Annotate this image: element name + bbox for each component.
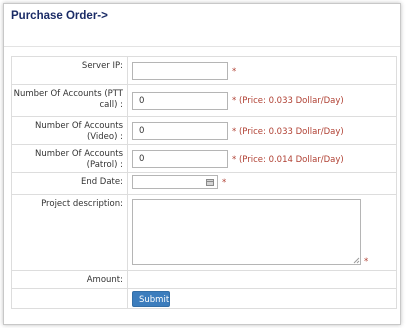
form-row-end-date: End Date: * (11, 172, 397, 195)
ptt-accounts-label: Number Of Accounts (PTT call) : (11, 84, 128, 117)
project-description-textarea[interactable] (132, 199, 361, 265)
amount-value (127, 270, 397, 289)
calendar-icon[interactable] (206, 179, 214, 186)
resize-grip-icon[interactable] (352, 256, 360, 264)
page-header: Purchase Order-> (4, 4, 400, 47)
ptt-price-note: * (Price: 0.033 Dollar/Day) (232, 96, 344, 106)
amount-label: Amount: (11, 270, 128, 289)
patrol-accounts-label: Number Of Accounts (Patrol) : (11, 144, 128, 173)
purchase-order-form: Server IP: * Number Of Accounts (PTT cal… (11, 56, 397, 309)
required-mark: * (364, 257, 369, 267)
form-row-project-description: Project description: * (11, 194, 397, 271)
video-accounts-input[interactable] (132, 122, 228, 140)
form-row-ptt-accounts: Number Of Accounts (PTT call) : * (Price… (11, 84, 397, 117)
form-row-amount: Amount: (11, 270, 397, 289)
form-row-server-ip: Server IP: * (11, 56, 397, 85)
form-row-video-accounts: Number Of Accounts (Video) : * (Price: 0… (11, 116, 397, 145)
patrol-price-note: * (Price: 0.014 Dollar/Day) (232, 155, 344, 165)
ptt-accounts-input[interactable] (132, 92, 228, 110)
required-mark: * (222, 178, 227, 188)
end-date-input[interactable] (132, 175, 218, 189)
video-price-note: * (Price: 0.033 Dollar/Day) (232, 127, 344, 137)
purchase-order-panel: Purchase Order-> Server IP: * Number Of … (3, 3, 401, 325)
server-ip-input[interactable] (132, 62, 228, 80)
end-date-label: End Date: (11, 172, 128, 195)
page-title: Purchase Order-> (11, 10, 108, 22)
submit-button[interactable]: Submit (132, 291, 170, 307)
form-row-patrol-accounts: Number Of Accounts (Patrol) : * (Price: … (11, 144, 397, 173)
video-accounts-label: Number Of Accounts (Video) : (11, 116, 128, 145)
form-row-submit: Submit (11, 288, 397, 309)
patrol-accounts-input[interactable] (132, 150, 228, 168)
required-mark: * (232, 67, 237, 77)
server-ip-label: Server IP: (11, 56, 128, 85)
project-description-label: Project description: (11, 194, 128, 271)
